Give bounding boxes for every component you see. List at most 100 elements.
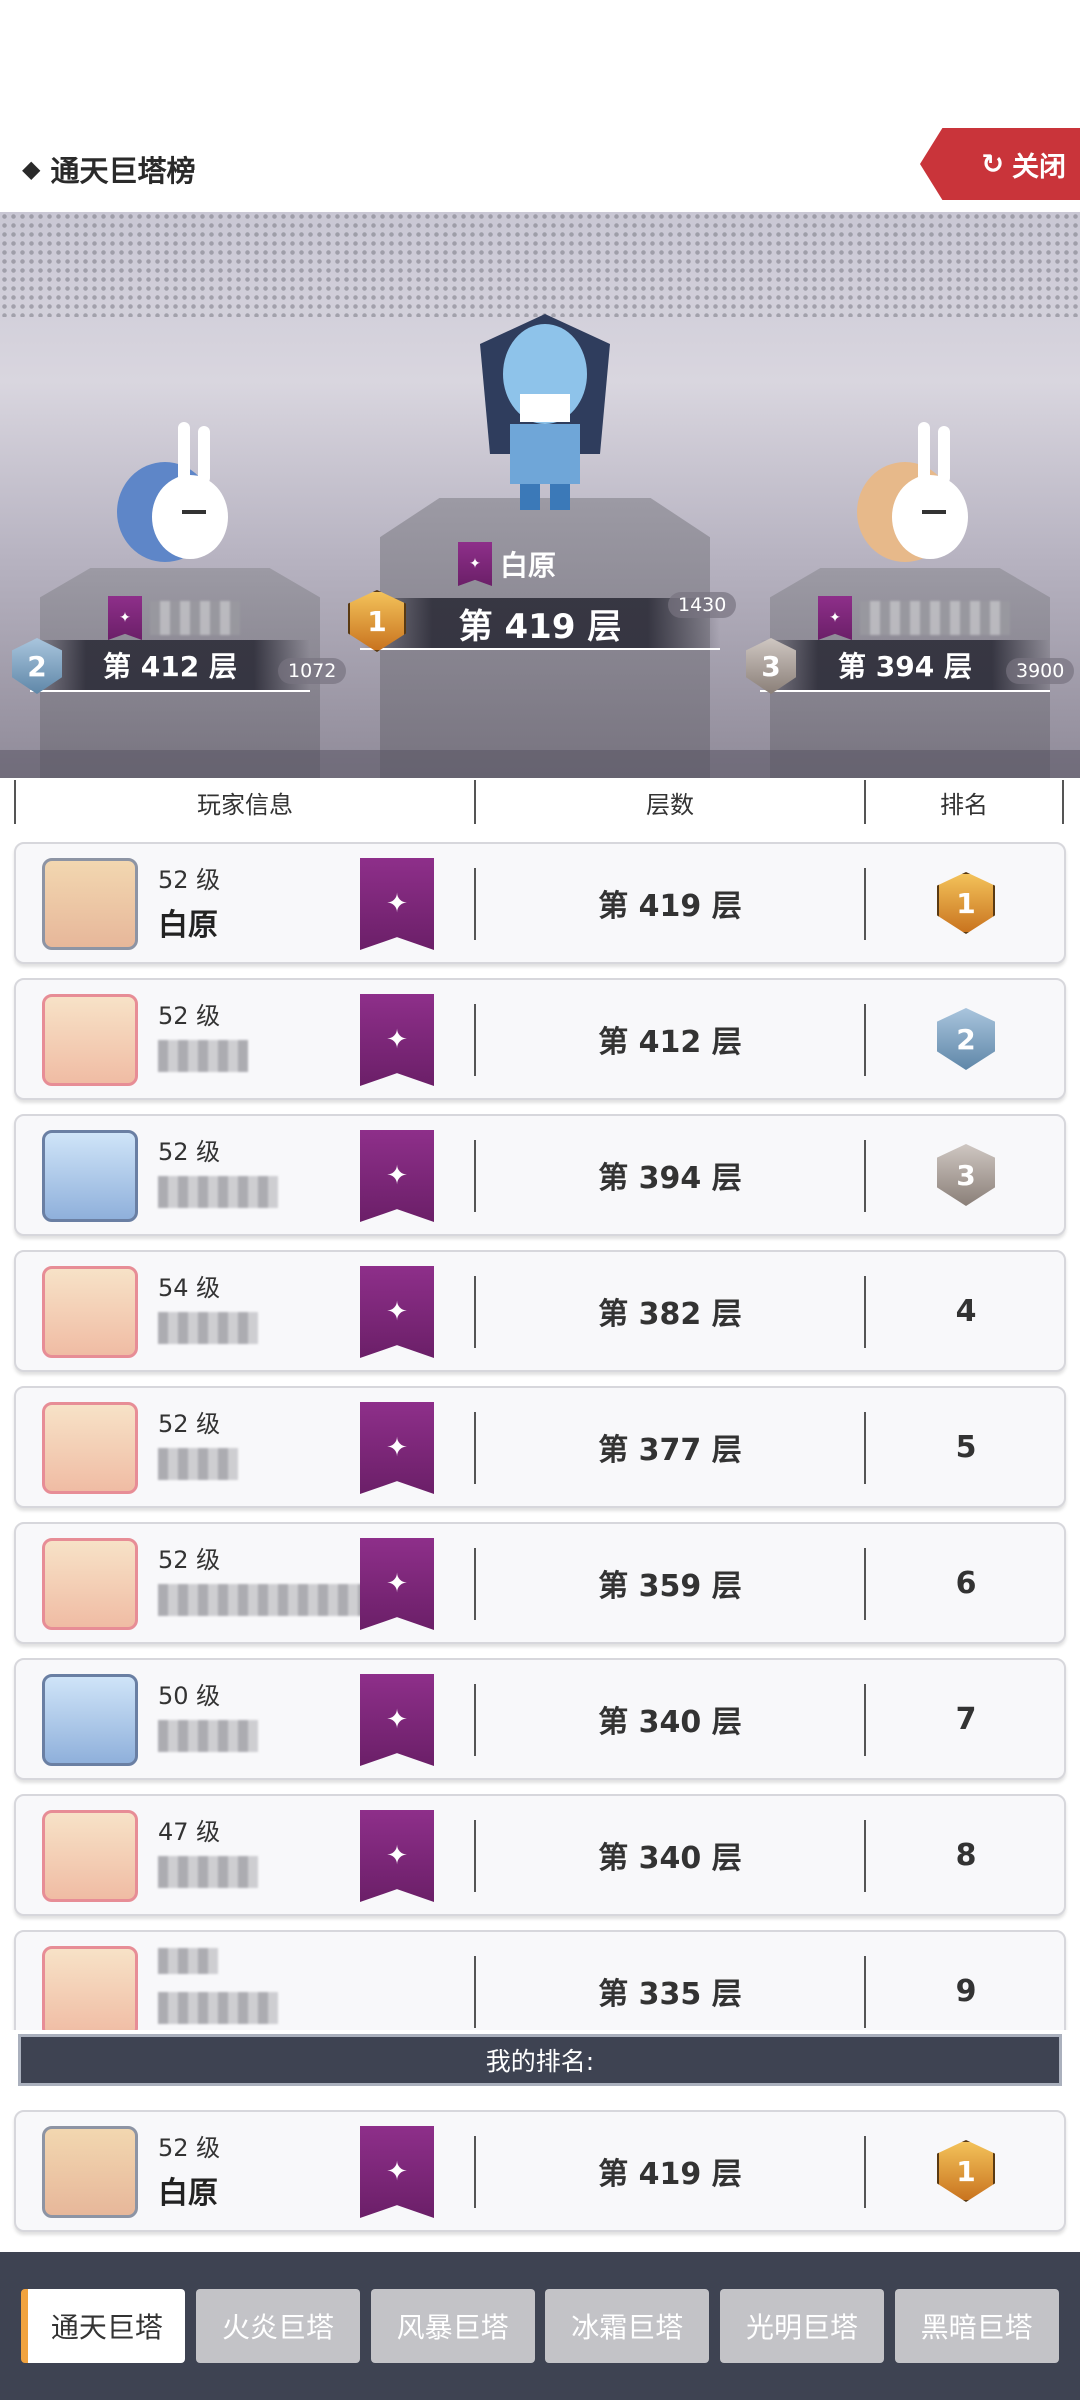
avatar <box>42 1538 138 1630</box>
table-row[interactable]: 52 级 ✦ 第 412 层 2 <box>14 978 1066 1100</box>
gold-medal-icon: 1 <box>937 2140 995 2202</box>
player-floor: 第 394 层 <box>598 1161 742 1196</box>
blurred-name <box>860 601 1010 635</box>
guild-banner-icon: ✦ <box>818 596 852 640</box>
page-title: ◆ 通天巨塔榜 <box>22 148 195 190</box>
player-name: 白原 <box>158 2176 218 2211</box>
avatar <box>42 1946 138 2030</box>
table-row[interactable]: 第 335 层 9 <box>14 1930 1066 2030</box>
blurred-player-name <box>158 1720 258 1752</box>
table-row[interactable]: 52 级 ✦ 第 394 层 3 <box>14 1114 1066 1236</box>
gold-medal-icon: 1 <box>937 872 995 934</box>
rank-cell: 1 <box>866 844 1066 962</box>
blurred-player-level <box>158 1948 218 1974</box>
player-floor: 第 377 层 <box>598 1433 742 1468</box>
podium-bottom-strip <box>0 750 1080 778</box>
rank-number: 5 <box>955 1429 977 1465</box>
player-floor: 第 412 层 <box>598 1025 742 1060</box>
blurred-player-name <box>158 1992 278 2024</box>
close-button[interactable]: ↻ 关闭 <box>920 128 1080 200</box>
gold-medal-number: 1 <box>367 604 387 638</box>
blurred-player-name <box>158 1584 378 1616</box>
second-floor: 第 412 层 <box>103 650 237 683</box>
rank-cell: 9 <box>866 1932 1066 2030</box>
return-arrow-icon: ↻ <box>981 148 1004 180</box>
guild-banner-icon: ✦ <box>360 1810 434 1902</box>
avatar <box>42 1266 138 1358</box>
player-floor: 第 419 层 <box>598 2157 742 2192</box>
guild-banner-icon: ✦ <box>108 596 142 640</box>
table-header: 玩家信息 层数 排名 <box>14 780 1066 824</box>
table-row[interactable]: 52 级 ✦ 第 359 层 6 <box>14 1522 1066 1644</box>
my-rank-row[interactable]: 52 级 白原 ✦ 第 419 层 1 <box>14 2110 1066 2232</box>
guild-banner-icon: ✦ <box>360 1674 434 1766</box>
table-row[interactable]: 50 级 ✦ 第 340 层 7 <box>14 1658 1066 1780</box>
rank-number: 9 <box>955 1973 977 2009</box>
halftone-pattern <box>0 212 1080 317</box>
blurred-player-name <box>158 1312 258 1344</box>
guild-banner-icon: ✦ <box>360 1266 434 1358</box>
tab-6[interactable]: 黑暗巨塔 <box>894 2289 1059 2363</box>
avatar <box>42 1130 138 1222</box>
first-name-tag: ✦ 白原 <box>458 542 556 586</box>
page-title-text: 通天巨塔榜 <box>50 154 196 188</box>
rank-cell: 7 <box>866 1660 1066 1778</box>
first-floor: 第 419 层 <box>458 606 622 647</box>
rank-number: 8 <box>955 1837 977 1873</box>
table-row[interactable]: 54 级 ✦ 第 382 层 4 <box>14 1250 1066 1372</box>
player-level: 52 级 <box>158 1002 221 1030</box>
bronze-medal-number: 3 <box>761 649 781 683</box>
guild-banner-icon: ✦ <box>360 858 434 950</box>
leaderboard-screen: ◆ 通天巨塔榜 ↻ 关闭 ✦ 白原 第 419 层 1 1430 ✦ 第 412… <box>0 0 1080 2400</box>
first-floor-plate: 第 419 层 <box>360 598 720 650</box>
bronze-medal-icon: 3 <box>937 1144 995 1206</box>
close-button-label: 关闭 <box>1012 151 1066 183</box>
third-score: 3900 <box>1006 658 1075 684</box>
player-level: 52 级 <box>158 2134 221 2162</box>
tab-5[interactable]: 光明巨塔 <box>719 2289 884 2363</box>
table-row[interactable]: 52 级 ✦ 第 377 层 5 <box>14 1386 1066 1508</box>
player-level: 52 级 <box>158 866 221 894</box>
guild-banner-icon: ✦ <box>360 1130 434 1222</box>
player-name: 白原 <box>158 908 218 943</box>
col-player: 玩家信息 <box>14 780 474 824</box>
player-level: 52 级 <box>158 1546 221 1574</box>
second-score: 1072 <box>278 658 347 684</box>
tab-3[interactable]: 风暴巨塔 <box>370 2289 535 2363</box>
player-floor: 第 335 层 <box>598 1977 742 2012</box>
tab-1[interactable]: 通天巨塔 <box>21 2289 186 2363</box>
tab-4[interactable]: 冰霜巨塔 <box>545 2289 710 2363</box>
tab-2[interactable]: 火炎巨塔 <box>195 2289 360 2363</box>
table-row[interactable]: 52 级 白原 ✦ 第 419 层 1 <box>14 842 1066 964</box>
guild-banner-icon: ✦ <box>360 1402 434 1494</box>
blurred-player-name <box>158 1176 278 1208</box>
silver-medal-number: 2 <box>27 649 47 683</box>
player-level: 52 级 <box>158 1410 221 1438</box>
my-rank-banner: 我的排名: <box>18 2034 1062 2086</box>
rank-number: 3 <box>956 1158 976 1192</box>
player-level: 52 级 <box>158 1138 221 1166</box>
ranking-list[interactable]: 52 级 白原 ✦ 第 419 层 1 52 级 ✦ 第 412 层 2 52 … <box>0 830 1080 2030</box>
table-row[interactable]: 47 级 ✦ 第 340 层 8 <box>14 1794 1066 1916</box>
first-score: 1430 <box>668 592 737 618</box>
player-floor: 第 382 层 <box>598 1297 742 1332</box>
avatar <box>42 1402 138 1494</box>
player-floor: 第 340 层 <box>598 1705 742 1740</box>
player-level: 47 级 <box>158 1818 221 1846</box>
rank-cell: 2 <box>866 980 1066 1098</box>
rank-cell: 4 <box>866 1252 1066 1370</box>
my-rank-number: 1 <box>956 2154 976 2188</box>
tower-tabs: 通天巨塔 火炎巨塔 风暴巨塔 冰霜巨塔 光明巨塔 黑暗巨塔 <box>0 2252 1080 2400</box>
avatar <box>42 858 138 950</box>
top-three-podium: ✦ 白原 第 419 层 1 1430 ✦ 第 412 层 2 1072 ✦ 第… <box>0 212 1080 778</box>
first-player-name: 白原 <box>500 549 557 582</box>
player-floor: 第 340 层 <box>598 1841 742 1876</box>
rank-cell: 8 <box>866 1796 1066 1914</box>
my-rank-label: 我的排名: <box>485 2047 595 2076</box>
player-floor: 第 419 层 <box>598 889 742 924</box>
blurred-player-name <box>158 1040 248 1072</box>
rank-number: 1 <box>956 886 976 920</box>
rabbit-character-third <box>857 422 968 562</box>
guild-banner-icon: ✦ <box>360 1538 434 1630</box>
col-floor: 层数 <box>474 780 864 824</box>
